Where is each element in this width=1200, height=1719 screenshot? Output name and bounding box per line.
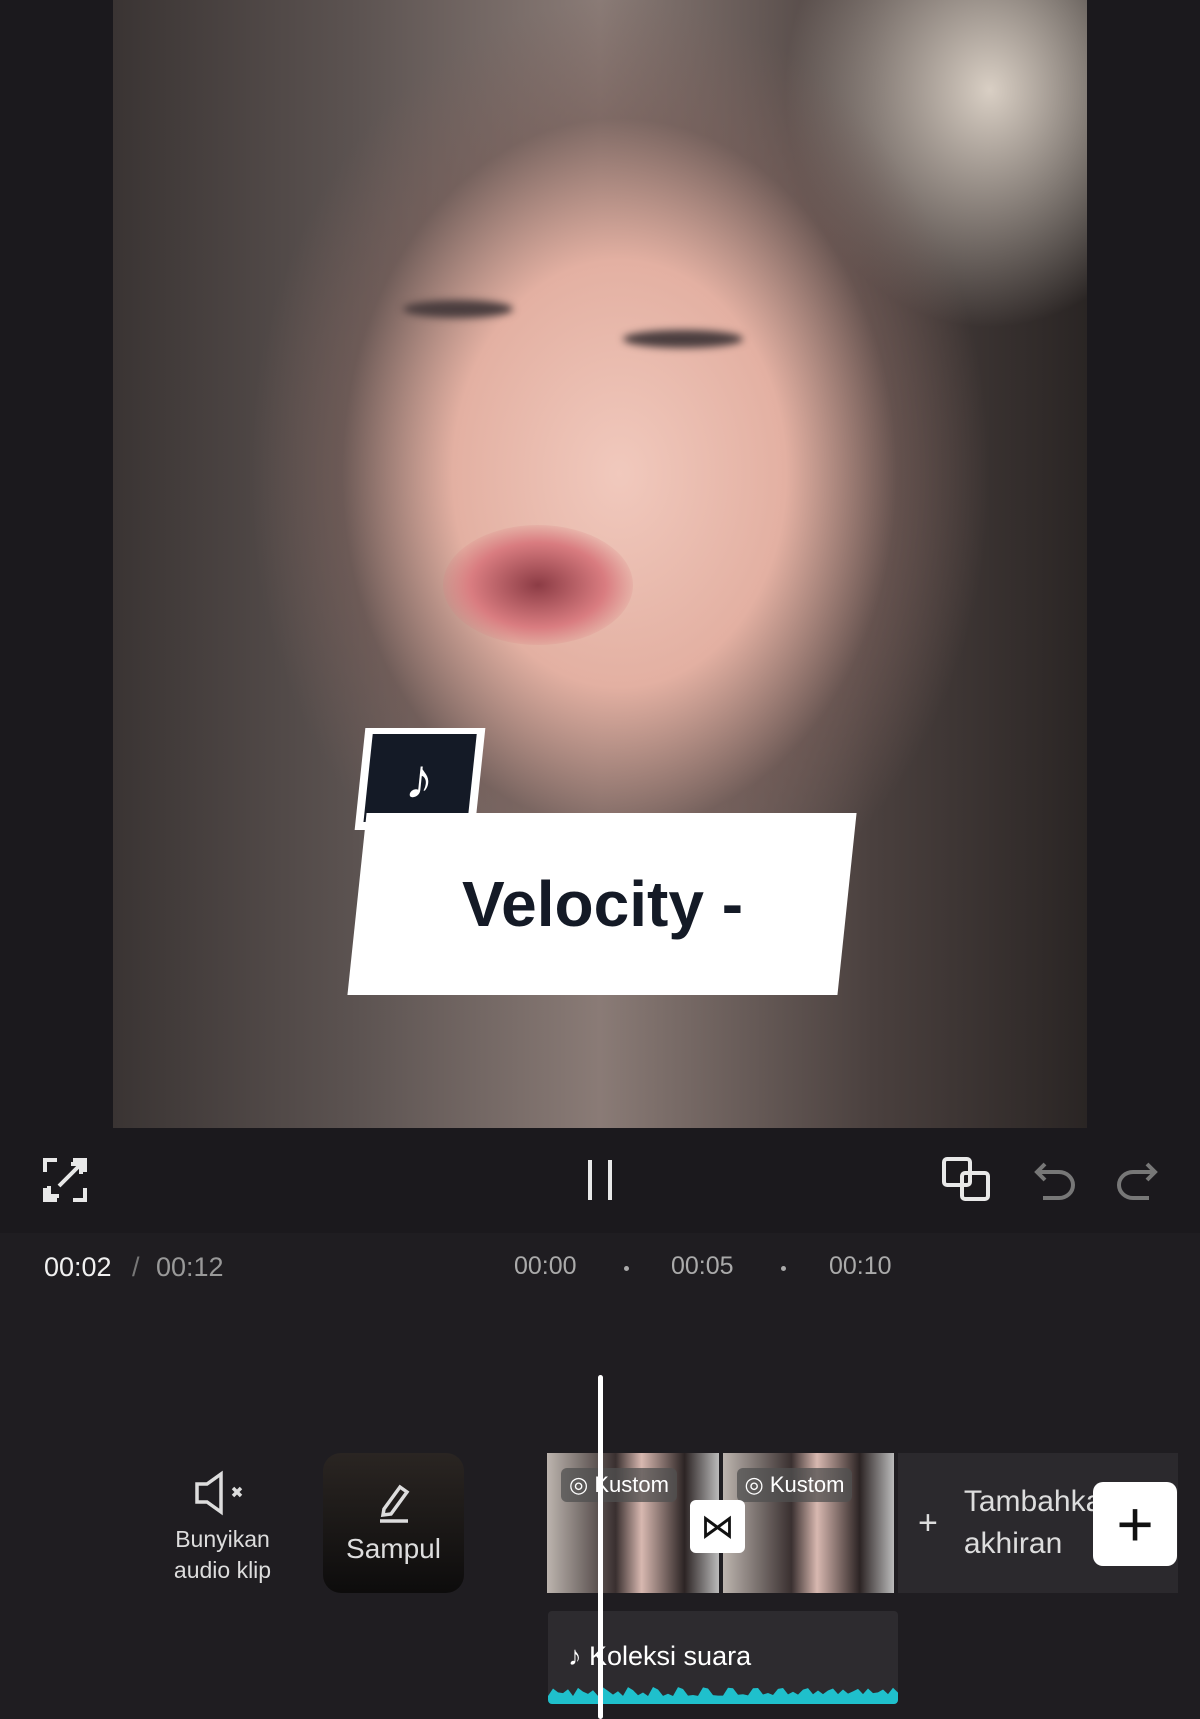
undo-button[interactable] <box>1030 1155 1080 1205</box>
keyframe-icon <box>942 1157 990 1201</box>
ruler-tick: 00:00 <box>514 1252 577 1280</box>
cover-label: Sampul <box>346 1533 441 1564</box>
audio-label: ♪ Koleksi suara <box>568 1641 752 1671</box>
playhead[interactable] <box>598 1375 603 1719</box>
transition-button[interactable]: ⋈ <box>690 1500 745 1553</box>
eye-shape <box>403 300 513 318</box>
ruler-dot <box>624 1266 629 1271</box>
add-ending-label: Tambahkan akhiran <box>963 1485 1104 1560</box>
pause-button[interactable] <box>575 1155 625 1205</box>
speed-badge: ◎ Kustom <box>561 1468 677 1502</box>
transition-icon: ⋈ <box>700 1507 735 1546</box>
speed-badge: ◎ Kustom <box>736 1468 853 1502</box>
current-time: 00:02 <box>44 1252 112 1282</box>
cover-button[interactable]: Sampul <box>323 1453 464 1593</box>
lips-shape <box>443 525 633 645</box>
redo-button[interactable] <box>1112 1155 1162 1205</box>
total-time: 00:12 <box>156 1252 224 1282</box>
keyframe-button[interactable] <box>942 1155 992 1205</box>
undo-icon <box>1034 1162 1075 1200</box>
video-clip[interactable]: ◎ Kustom <box>722 1453 898 1593</box>
text-sticker[interactable]: Velocity - <box>347 813 857 995</box>
edit-pencil-icon <box>379 1484 409 1523</box>
plus-icon: + <box>1116 1488 1154 1560</box>
speaker-mute-icon <box>194 1470 242 1516</box>
ruler-tick: 00:10 <box>829 1252 892 1280</box>
fullscreen-icon <box>43 1158 87 1202</box>
ruler-tick: 00:05 <box>671 1252 734 1280</box>
redo-icon <box>1117 1162 1158 1200</box>
ruler-dot <box>781 1266 786 1271</box>
mute-label: Bunyikan audio klip <box>173 1526 272 1583</box>
eye-shape <box>623 330 743 348</box>
fullscreen-button[interactable] <box>40 1155 90 1205</box>
pause-icon <box>588 1160 612 1200</box>
plus-icon: + <box>918 1503 938 1542</box>
mute-clip-audio-button[interactable]: Bunyikan audio klip <box>160 1470 285 1586</box>
tiktok-logo-icon: ♪ <box>363 734 477 822</box>
time-separator: / <box>132 1252 140 1282</box>
add-clip-button[interactable]: + <box>1093 1482 1177 1566</box>
